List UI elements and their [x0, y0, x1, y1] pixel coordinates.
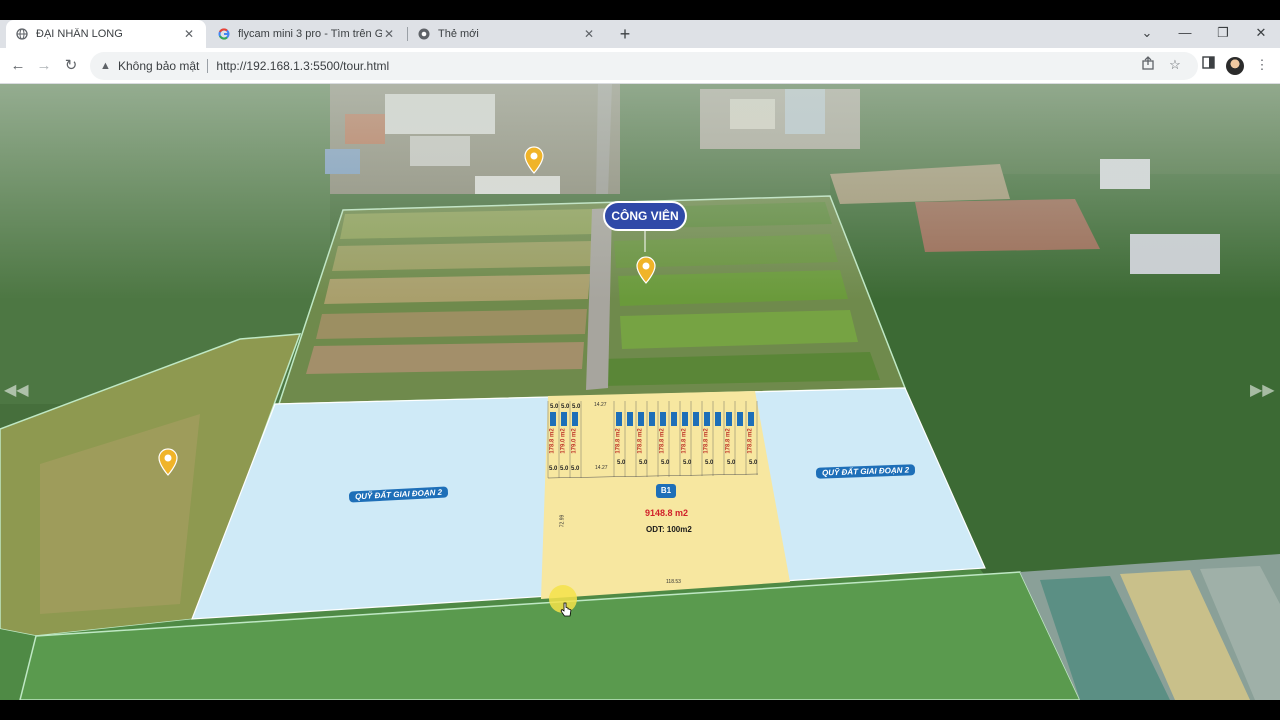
lot-width: 5.0	[550, 404, 559, 410]
lot-width: 5.0	[639, 460, 648, 466]
park-hotspot-label[interactable]: CÔNG VIÊN	[603, 201, 687, 231]
security-label[interactable]: Không bảo mật	[118, 59, 199, 73]
tab-dai-nhan-long[interactable]: ĐẠI NHÂN LONG ✕	[6, 20, 206, 48]
rewind-icon[interactable]: ◀◀	[4, 380, 29, 400]
lot-width: 5.0	[683, 460, 692, 466]
reload-button[interactable]: ↻	[61, 56, 81, 76]
lot-width: 5.0	[749, 460, 758, 466]
lot-area: 178.8 m2	[703, 428, 710, 454]
tour-viewport[interactable]: ◀◀ ▶▶ CÔNG VIÊN QUỸ ĐẤT GIAI ĐOẠN 2 QUỸ …	[0, 84, 1280, 700]
lot-area: 178.8 m2	[615, 428, 622, 454]
share-icon[interactable]	[1139, 56, 1157, 74]
tab-new-tab[interactable]: Thẻ mới ✕	[408, 20, 606, 48]
forward-button[interactable]: →	[34, 56, 54, 76]
restore-button[interactable]: ❐	[1204, 20, 1242, 48]
minimize-button[interactable]: —	[1166, 20, 1204, 48]
lot-width: 5.0	[549, 466, 558, 472]
lot-width: 5.0	[617, 460, 626, 466]
lot-area: 178.8 m2	[549, 428, 556, 454]
url-text[interactable]: http://192.168.1.3:5500/tour.html	[216, 59, 389, 73]
lot-area: 179.0 m2	[571, 428, 578, 454]
screen-top-border	[0, 0, 1280, 20]
lot-area: 178.8 m2	[637, 428, 644, 454]
google-icon	[218, 28, 230, 40]
tab-flycam-search[interactable]: flycam mini 3 pro - Tìm trên Goo ✕	[208, 20, 406, 48]
warning-icon[interactable]: ▲	[100, 60, 112, 72]
profile-avatar[interactable]	[1226, 57, 1244, 75]
lot-width: 5.0	[705, 460, 714, 466]
dimension-top: 14.27	[594, 402, 607, 408]
dimension-side: 72.99	[559, 514, 566, 528]
location-pin-icon[interactable]	[524, 146, 544, 174]
lot-width: 5.0	[661, 460, 670, 466]
star-icon[interactable]: ☆	[1166, 56, 1184, 74]
close-icon[interactable]: ✕	[382, 27, 396, 41]
lot-area: 178.8 m2	[681, 428, 688, 454]
chrome-icon	[418, 28, 430, 40]
lot-area: 178.8 m2	[725, 428, 732, 454]
forward-icon[interactable]: ▶▶	[1250, 380, 1275, 400]
tab-title: flycam mini 3 pro - Tìm trên Goo	[238, 28, 382, 40]
hand-cursor-icon	[560, 602, 572, 617]
block-odt: ODT: 100m2	[646, 525, 692, 534]
dimension-bottom: 118.53	[666, 579, 681, 585]
tab-title: ĐẠI NHÂN LONG	[36, 28, 123, 40]
lot-area: 178.8 m2	[659, 428, 666, 454]
screen-bottom-border	[0, 700, 1280, 720]
aerial-scene	[0, 84, 1280, 700]
dimension-middle: 14.27	[595, 465, 608, 471]
lot-width: 5.0	[571, 466, 580, 472]
close-icon[interactable]: ✕	[182, 27, 196, 41]
tab-strip: ĐẠI NHÂN LONG ✕ flycam mini 3 pro - Tìm …	[0, 20, 1280, 48]
new-tab-button[interactable]: +	[614, 23, 636, 45]
location-pin-icon[interactable]	[158, 448, 178, 476]
location-pin-icon[interactable]	[636, 256, 656, 284]
omnibox-divider	[207, 59, 209, 73]
block-label[interactable]: B1	[656, 484, 676, 498]
lot-width: 5.0	[572, 404, 581, 410]
tab-title: Thẻ mới	[438, 28, 479, 40]
browser-toolbar: ← → ↻ ▲ Không bảo mật http://192.168.1.3…	[0, 48, 1280, 84]
menu-icon[interactable]: ⋮	[1253, 56, 1271, 74]
tab-search-dropdown-icon[interactable]: ⌄	[1128, 20, 1166, 48]
block-area: 9148.8 m2	[645, 508, 689, 518]
lot-width: 5.0	[727, 460, 736, 466]
globe-icon	[16, 28, 28, 40]
back-button[interactable]: ←	[8, 56, 28, 76]
close-window-button[interactable]: ✕	[1242, 20, 1280, 48]
lot-area: 178.8 m2	[747, 428, 754, 454]
address-bar[interactable]: ▲ Không bảo mật http://192.168.1.3:5500/…	[90, 52, 1198, 80]
sidepanel-icon[interactable]	[1199, 56, 1217, 74]
close-icon[interactable]: ✕	[582, 27, 596, 41]
lot-area: 179.0 m2	[560, 428, 567, 454]
lot-width: 5.0	[561, 404, 570, 410]
lot-width: 5.0	[560, 466, 569, 472]
